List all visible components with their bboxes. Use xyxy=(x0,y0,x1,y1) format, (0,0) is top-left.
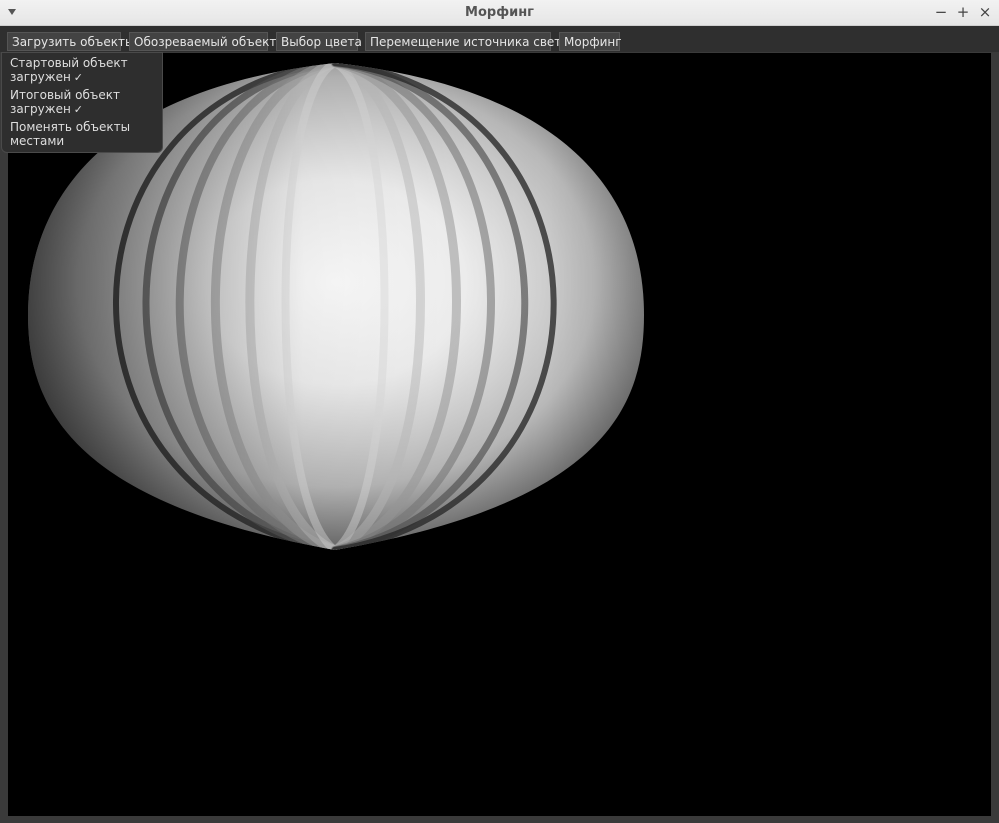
start-object-loaded-item[interactable]: Стартовый объект загружен ✓ xyxy=(10,56,154,85)
observed-object-button[interactable]: Обозреваемый объект xyxy=(129,32,276,51)
start-object-status: загружен xyxy=(10,70,71,84)
final-object-loaded-item[interactable]: Итоговый объект загружен ✓ xyxy=(10,88,154,117)
render-viewport[interactable] xyxy=(8,53,991,816)
maximize-icon[interactable]: + xyxy=(954,3,972,21)
move-light-source-button[interactable]: Перемещение источника света xyxy=(365,32,569,51)
title-bar: Морфинг − + × xyxy=(0,0,999,26)
menu-toolbar: Загрузить объекты Обозреваемый объект Вы… xyxy=(0,26,999,52)
final-object-status: загружен xyxy=(10,102,71,116)
minimize-icon[interactable]: − xyxy=(932,3,950,21)
morph-object-stripes xyxy=(28,63,644,550)
start-object-label: Стартовый объект xyxy=(10,56,128,70)
swap-objects-label: Поменять объекты xyxy=(10,120,131,134)
morphing-button[interactable]: Морфинг xyxy=(559,32,622,51)
check-icon: ✓ xyxy=(73,71,84,84)
swap-objects-item[interactable]: Поменять объекты местами xyxy=(10,120,154,148)
close-icon[interactable]: × xyxy=(976,3,994,21)
swap-objects-label-cont: местами xyxy=(10,134,65,148)
final-object-label: Итоговый объект xyxy=(10,88,120,102)
window-title: Морфинг xyxy=(465,5,534,20)
morph-object-render xyxy=(28,63,644,550)
color-choice-button[interactable]: Выбор цвета xyxy=(276,32,362,51)
check-icon: ✓ xyxy=(73,103,84,116)
load-objects-dropdown: Стартовый объект загружен ✓ Итоговый объе… xyxy=(1,52,163,153)
load-objects-button[interactable]: Загрузить объекты xyxy=(7,32,134,51)
